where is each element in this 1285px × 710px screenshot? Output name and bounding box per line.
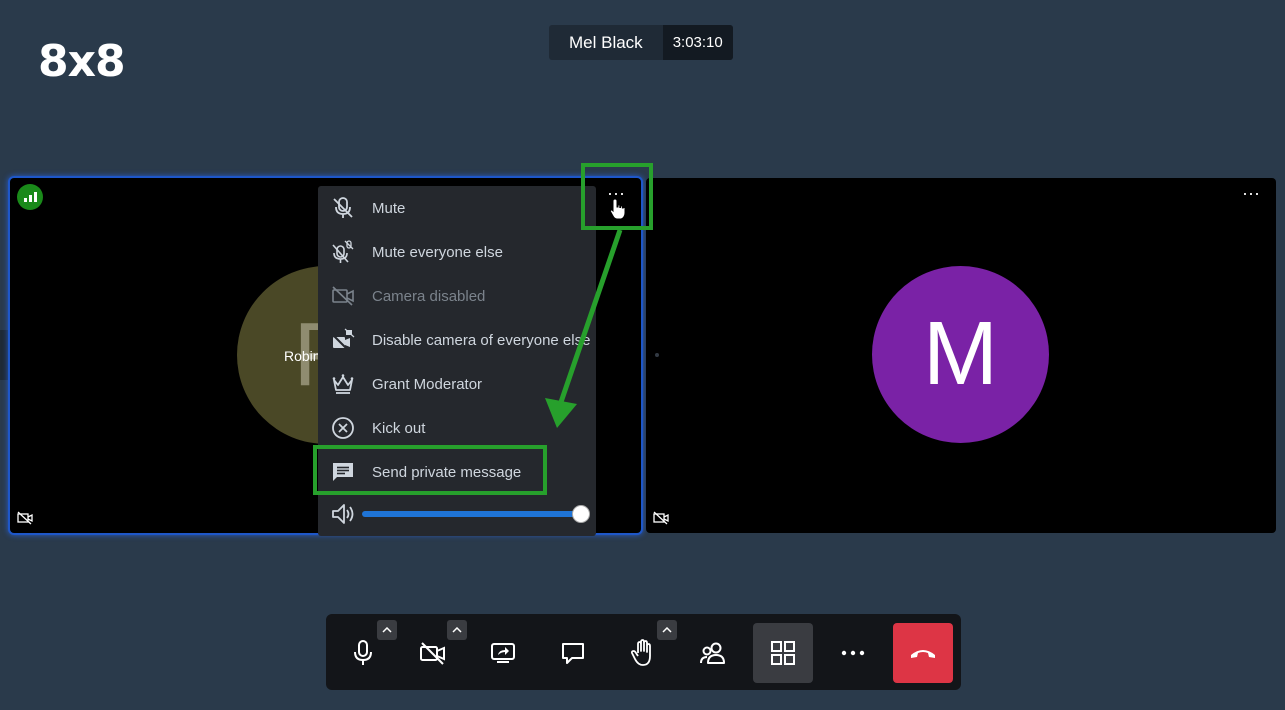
grid-icon xyxy=(771,641,795,665)
more-actions-button[interactable] xyxy=(823,623,883,683)
hangup-button[interactable] xyxy=(893,623,953,683)
hangup-icon xyxy=(911,650,935,658)
screen-share-button[interactable] xyxy=(473,623,533,683)
raise-hand-icon xyxy=(631,639,651,666)
camera-off-icon xyxy=(420,642,445,665)
chat-icon xyxy=(562,643,584,664)
participants-button[interactable] xyxy=(683,623,743,683)
chevron-up-icon xyxy=(452,627,462,633)
chevron-up-icon xyxy=(662,627,672,633)
chat-button[interactable] xyxy=(543,623,603,683)
chevron-up-icon xyxy=(382,627,392,633)
tile-view-button[interactable] xyxy=(753,623,813,683)
reactions-caret[interactable] xyxy=(657,620,677,640)
toolbar xyxy=(326,614,961,690)
annotation-arrow-icon xyxy=(545,229,623,428)
video-settings-caret[interactable] xyxy=(447,620,467,640)
screen-share-icon xyxy=(491,643,515,663)
tile-separator-dot xyxy=(655,353,659,357)
microphone-icon xyxy=(354,640,372,665)
participants-icon xyxy=(700,642,725,664)
audio-settings-caret[interactable] xyxy=(377,620,397,640)
more-icon xyxy=(841,650,865,656)
